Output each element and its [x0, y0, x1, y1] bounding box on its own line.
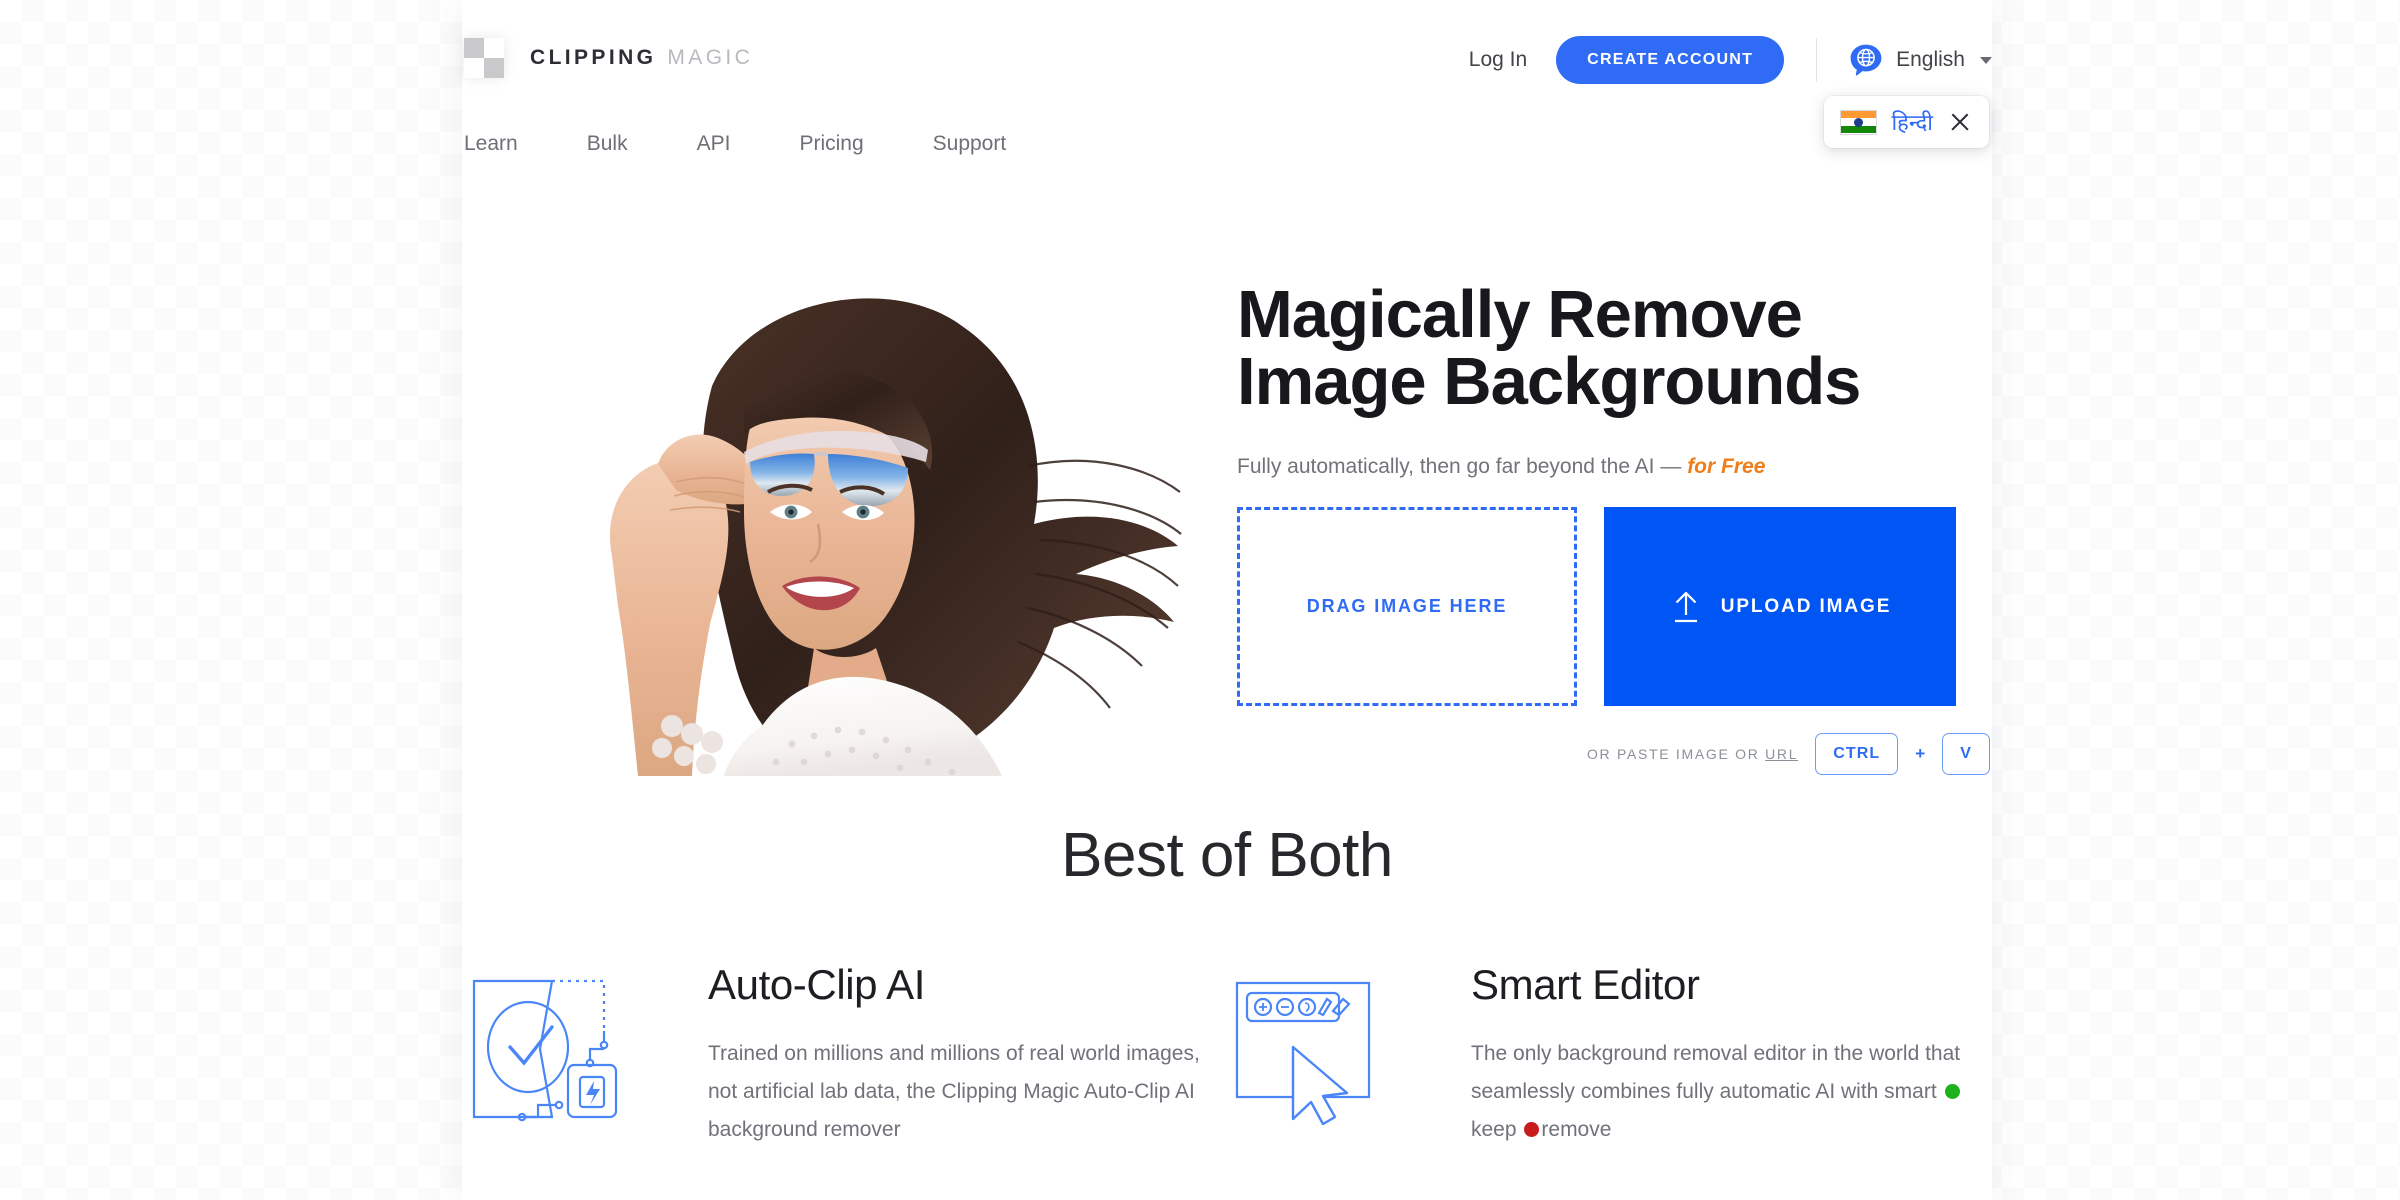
hero-subtitle-text: Fully automatically, then go far beyond …: [1237, 455, 1688, 478]
hero-section: Magically Remove Image Backgrounds Fully…: [462, 196, 1992, 816]
main-nav: Learn Bulk API Pricing Support: [464, 128, 1006, 160]
drop-zone[interactable]: DRAG IMAGE HERE: [1237, 507, 1577, 706]
nav-item-support[interactable]: Support: [933, 128, 1007, 160]
language-suggestion-label[interactable]: हिन्दी: [1891, 107, 1933, 137]
paste-hint-prefix: OR PASTE IMAGE OR: [1586, 746, 1766, 762]
remove-label: remove: [1541, 1118, 1612, 1142]
feature-smart-editor-heading: Smart Editor: [1471, 961, 1700, 1008]
feature-smart-editor-text: The only background removal editor in th…: [1471, 1035, 1990, 1150]
hero-subtitle: Fully automatically, then go far beyond …: [1237, 455, 1992, 479]
upload-row: DRAG IMAGE HERE UPLOAD IMAGE: [1237, 507, 1992, 706]
feature-smart-editor: Smart Editor The only background removal…: [1227, 961, 1990, 1150]
feature-auto-clip-ai-body: Auto-Clip AI Trained on millions and mil…: [708, 961, 1227, 1150]
key-ctrl[interactable]: CTRL: [1815, 733, 1899, 775]
best-of-both-section: Best of Both Auto-Clip AI Trained on mil…: [462, 820, 1992, 1150]
logo-word-light: MAGIC: [667, 46, 754, 69]
logo-wordmark: CLIPPING MAGIC: [530, 46, 753, 70]
key-plus-separator: +: [1915, 744, 1926, 763]
upload-arrow-icon: [1669, 590, 1703, 624]
logo-word-strong: CLIPPING: [530, 46, 657, 69]
feature-auto-clip-ai-heading: Auto-Clip AI: [708, 961, 925, 1008]
create-account-button[interactable]: CREATE ACCOUNT: [1556, 36, 1785, 84]
logo[interactable]: CLIPPING MAGIC: [464, 38, 753, 78]
hero-subtitle-accent: for Free: [1687, 455, 1766, 478]
paste-url-link[interactable]: URL: [1765, 746, 1798, 762]
paste-hint-text: OR PASTE IMAGE OR URL: [1587, 746, 1798, 762]
language-current-label: English: [1896, 48, 1965, 71]
india-flag-icon: [1840, 109, 1878, 135]
feature-text-line-3-gap: [1517, 1118, 1523, 1141]
key-v[interactable]: V: [1942, 733, 1990, 775]
log-in-link[interactable]: Log In: [1469, 48, 1527, 72]
hero-copy: Magically Remove Image Backgrounds Fully…: [1237, 281, 1992, 775]
remove-dot-icon: [1524, 1122, 1540, 1138]
feature-auto-clip-ai-text: Trained on millions and millions of real…: [708, 1035, 1227, 1150]
close-icon[interactable]: [1947, 109, 1973, 135]
header-divider: [1816, 38, 1818, 82]
chevron-down-icon: [1980, 56, 1992, 64]
auto-clip-ai-icon: [464, 961, 652, 1134]
feature-text-line-1: The only background removal editor in th…: [1471, 1042, 1864, 1065]
feature-auto-clip-ai: Auto-Clip AI Trained on millions and mil…: [464, 961, 1227, 1150]
upload-image-label: UPLOAD IMAGE: [1720, 595, 1892, 617]
drop-zone-label: DRAG IMAGE HERE: [1306, 596, 1508, 616]
feature-smart-editor-body: Smart Editor The only background removal…: [1471, 961, 1990, 1150]
content-container: CLIPPING MAGIC Learn Bulk API Pricing Sup…: [462, 0, 1992, 1200]
nav-item-pricing[interactable]: Pricing: [799, 128, 863, 160]
header-actions: Log In CREATE ACCOUNT English: [1469, 36, 1992, 84]
checkerboard-logo-icon: [464, 38, 504, 78]
hero-title-line-2: Image Backgrounds: [1237, 344, 1861, 419]
globe-speech-bubble-icon: [1849, 43, 1883, 77]
page-background: CLIPPING MAGIC Learn Bulk API Pricing Sup…: [0, 0, 2400, 1200]
language-suggestion-popup[interactable]: हिन्दी: [1824, 96, 1989, 148]
upload-image-button[interactable]: UPLOAD IMAGE: [1604, 507, 1956, 706]
smart-editor-icon: [1227, 961, 1415, 1134]
smiling-woman-with-sunglasses-photo: [462, 256, 1182, 816]
nav-item-learn[interactable]: Learn: [464, 128, 518, 160]
section-heading: Best of Both: [1061, 821, 1393, 890]
site-header: CLIPPING MAGIC Learn Bulk API Pricing Sup…: [462, 0, 1992, 196]
nav-item-api[interactable]: API: [697, 128, 731, 160]
nav-item-bulk[interactable]: Bulk: [587, 128, 628, 160]
keep-label: keep: [1471, 1118, 1517, 1142]
keep-dot-icon: [1944, 1084, 1960, 1100]
language-selector[interactable]: English: [1849, 43, 1992, 77]
page-title: Magically Remove Image Backgrounds: [1237, 281, 1992, 415]
feature-text-line-1: Trained on millions and millions of real…: [708, 1042, 1121, 1065]
feature-grid: Auto-Clip AI Trained on millions and mil…: [462, 961, 1992, 1150]
paste-hint-row: OR PASTE IMAGE OR URL CTRL + V: [1237, 733, 1992, 775]
hero-title-line-1: Magically Remove: [1237, 277, 1803, 352]
feature-text-line-3-prefix: automatic AI with smart: [1719, 1080, 1943, 1104]
